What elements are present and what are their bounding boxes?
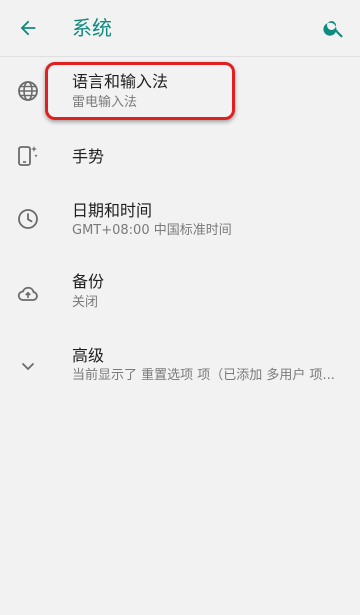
arrow-left-icon (20, 20, 36, 36)
item-subtitle: 关闭 (72, 295, 99, 310)
item-title: 高级 (72, 346, 105, 365)
item-title: 语言和输入法 (72, 72, 169, 91)
app-bar: 系统 (0, 0, 360, 56)
item-subtitle: 当前显示了 重置选项 项（已添加 多用户 项... (72, 368, 335, 383)
settings-item-backup[interactable]: 备份 关闭 (0, 262, 360, 336)
page-title: 系统 (72, 16, 112, 40)
settings-item-gestures[interactable]: 手势 (0, 130, 360, 186)
item-subtitle: GMT+08:00 中国标准时间 (72, 223, 232, 238)
settings-item-language-input[interactable]: 语言和输入法 雷电输入法 (0, 56, 360, 130)
settings-item-advanced[interactable]: 高级 当前显示了 重置选项 项（已添加 多用户 项... (0, 338, 360, 412)
chevron-down-icon (16, 354, 40, 378)
settings-item-date-time[interactable]: 日期和时间 GMT+08:00 中国标准时间 (0, 186, 360, 260)
clock-icon (16, 207, 40, 231)
phone-sparkle-icon (16, 144, 40, 168)
globe-icon (16, 79, 40, 103)
item-title: 日期和时间 (72, 201, 153, 220)
item-subtitle: 雷电输入法 (72, 95, 138, 110)
item-title: 手势 (72, 147, 105, 166)
search-icon (323, 21, 343, 38)
item-title: 备份 (72, 272, 105, 291)
search-button[interactable] (320, 14, 348, 42)
cloud-upload-icon (16, 282, 40, 306)
back-button[interactable] (14, 14, 42, 42)
